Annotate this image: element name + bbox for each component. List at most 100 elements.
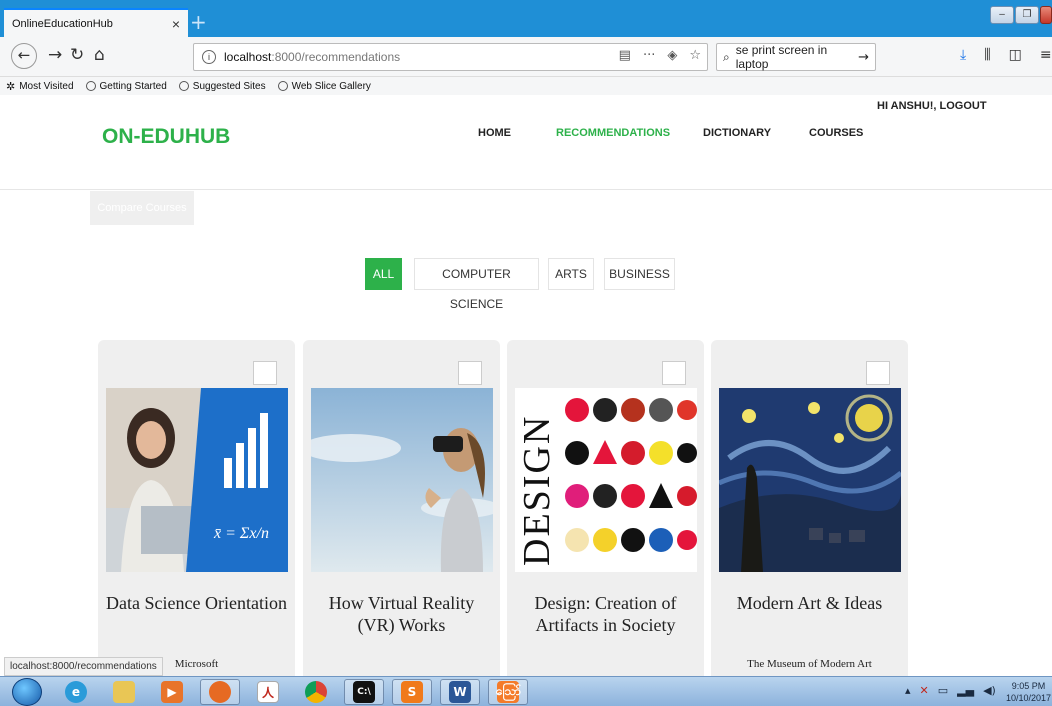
brand-logo[interactable]: ON-EDUHUB [102,125,230,149]
page-actions-icon[interactable]: ··· [643,48,655,63]
url-path: :8000/recommendations [271,50,401,64]
reload-icon[interactable]: ↻ [70,45,84,65]
taskbar-media-player[interactable]: ▶ [152,679,192,705]
reader-view-icon[interactable]: ▤ [619,48,631,63]
gear-star-icon: ✲ [6,79,16,93]
course-title[interactable]: Modern Art & Ideas [717,592,902,614]
user-greeting-logout[interactable]: HI ANSHU!, LOGOUT [877,100,987,112]
start-button[interactable] [12,678,42,706]
course-image-design: DESIGN [515,388,697,572]
course-title[interactable]: Data Science Orientation [104,592,289,614]
browser-tab-bar: OnlineEducationHub × + – ❐ [0,0,1052,37]
filter-computer-science[interactable]: COMPUTER SCIENCE [414,258,539,311]
internet-explorer-icon: e [65,681,87,703]
nav-courses[interactable]: COURSES [809,127,863,139]
back-icon[interactable]: ← [11,43,37,69]
browser-tab[interactable]: OnlineEducationHub × [4,8,188,37]
sublime-text-icon: S [401,681,423,703]
filter-all[interactable]: ALL [365,258,402,290]
windows-taskbar: e ▶ 人 C:\ S W ဪ ▴ ✕ ▭ ▂▄ ◀) 9:05 PM 10/1… [0,676,1052,706]
nav-recommendations[interactable]: RECOMMENDATIONS [556,127,670,139]
taskbar-firefox[interactable] [200,679,240,705]
window-close-button[interactable] [1040,6,1052,24]
bookmark-star-icon[interactable]: ☆ [689,48,701,63]
svg-text:DESIGN: DESIGN [516,415,558,566]
category-filters: ALL COMPUTER SCIENCE ARTS BUSINESS [0,258,1052,311]
course-card[interactable]: DESIGN Design: Creation of Artifacts in … [507,340,704,676]
taskbar-chrome[interactable] [296,679,336,705]
nav-dictionary[interactable]: DICTIONARY [703,127,771,139]
system-tray: ▴ ✕ ▭ ▂▄ ◀) [905,684,996,697]
compare-courses-button[interactable]: Compare Courses [90,191,194,225]
media-player-icon: ▶ [161,681,183,703]
network-warning-icon[interactable]: ✕ [920,684,929,697]
download-icon[interactable]: ⤓ [960,47,966,63]
menu-icon[interactable]: ≡ [1040,47,1052,63]
command-prompt-icon: C:\ [353,681,375,703]
svg-text:x̄ = Σx/n: x̄ = Σx/n [213,525,269,542]
course-image-data-science: x̄ = Σx/n [106,388,288,572]
url-host: localhost [224,50,272,64]
globe-icon [277,81,288,91]
bookmark-getting-started[interactable]: Getting Started [85,81,167,92]
taskbar-file-explorer[interactable] [104,679,144,705]
taskbar-acrobat[interactable]: 人 [248,679,288,705]
bookmark-most-visited[interactable]: ✲ Most Visited [6,80,74,93]
sidebar-icon[interactable]: ◫ [1009,47,1022,63]
course-title[interactable]: How Virtual Reality (VR) Works [309,592,494,636]
course-image-virtual-reality [311,388,493,572]
search-icon: ⌕ [723,49,730,64]
browser-status-bar: localhost:8000/recommendations [4,657,163,676]
bookmarks-toolbar: ✲ Most Visited Getting Started Suggested … [0,77,1052,95]
clock-time: 9:05 PM [1011,681,1046,691]
home-icon[interactable]: ⌂ [94,45,105,65]
search-go-icon[interactable]: → [858,50,869,65]
browser-nav-bar: ← → ↻ ⌂ i localhost :8000/recommendation… [0,37,1052,77]
taskbar-xampp[interactable]: ဪ [488,679,528,705]
header-divider [0,189,1052,190]
taskbar-word[interactable]: W [440,679,480,705]
page-content: HI ANSHU!, LOGOUT ON-EDUHUB HOME RECOMME… [0,95,1052,676]
course-provider: The Museum of Modern Art [747,658,872,670]
course-title[interactable]: Design: Creation of Artifacts in Society [513,592,698,636]
battery-icon[interactable]: ▭ [938,684,948,697]
new-tab-icon[interactable]: + [190,10,207,34]
tray-expand-icon[interactable]: ▴ [905,684,911,697]
url-bar[interactable]: i localhost :8000/recommendations ▤ ··· … [193,43,708,71]
window-minimize-button[interactable]: – [990,6,1014,24]
chrome-icon [305,681,327,703]
taskbar-clock[interactable]: 9:05 PM 10/10/2017 [1006,680,1051,704]
taskbar-internet-explorer[interactable]: e [56,679,96,705]
course-image-modern-art [719,388,901,572]
globe-icon [85,81,96,91]
compare-checkbox[interactable] [458,361,482,385]
bookmark-suggested-sites[interactable]: Suggested Sites [178,81,266,92]
library-icon[interactable]: ⫼ [984,47,990,63]
filter-business[interactable]: BUSINESS [604,258,675,290]
course-card[interactable]: How Virtual Reality (VR) Works [303,340,500,676]
window-maximize-button[interactable]: ❐ [1015,6,1039,24]
search-input[interactable]: ⌕ se print screen in laptop → [716,43,876,71]
bookmark-web-slice-gallery[interactable]: Web Slice Gallery [277,81,371,92]
word-icon: W [449,681,471,703]
signal-icon[interactable]: ▂▄ [957,684,974,697]
pocket-icon[interactable]: ◈ [667,48,677,63]
course-card[interactable]: Modern Art & Ideas The Museum of Modern … [711,340,908,676]
acrobat-icon: 人 [257,681,279,703]
tab-close-icon[interactable]: × [172,16,180,32]
globe-icon [178,81,189,91]
site-info-icon[interactable]: i [202,50,216,64]
nav-home[interactable]: HOME [478,127,511,139]
filter-arts[interactable]: ARTS [548,258,594,290]
taskbar-sublime-text[interactable]: S [392,679,432,705]
course-card[interactable]: x̄ = Σx/n Data Science Orientation Micro… [98,340,295,676]
xampp-icon: ဪ [495,681,521,703]
compare-checkbox[interactable] [253,361,277,385]
compare-checkbox[interactable] [866,361,890,385]
clock-date: 10/10/2017 [1006,693,1052,703]
taskbar-command-prompt[interactable]: C:\ [344,679,384,705]
volume-icon[interactable]: ◀) [983,684,996,697]
search-text: se print screen in laptop [735,43,828,71]
forward-icon[interactable]: → [48,45,62,65]
compare-checkbox[interactable] [662,361,686,385]
